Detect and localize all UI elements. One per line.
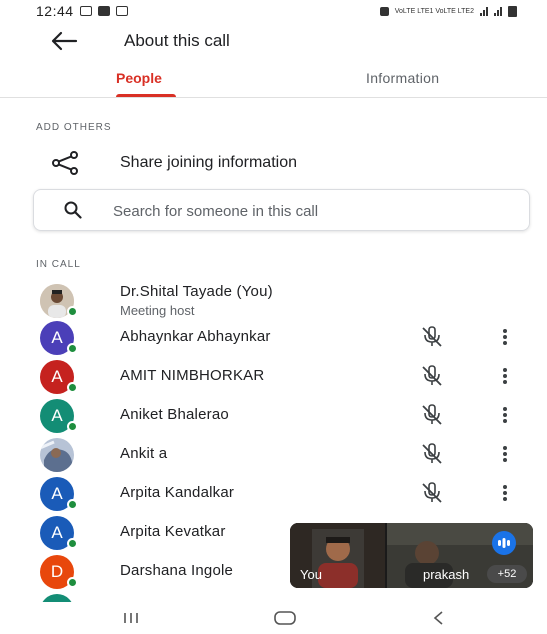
avatar-initial: A xyxy=(51,523,63,542)
tab-information[interactable]: Information xyxy=(366,70,439,86)
tab-bar: People Information xyxy=(0,62,547,98)
mic-off-icon xyxy=(422,326,442,347)
participant-row[interactable]: A Aniket Bhalerao xyxy=(0,396,547,434)
more-vert-icon[interactable] xyxy=(497,365,513,387)
page-title: About this call xyxy=(124,31,230,50)
participant-name: Aniket Bhalerao xyxy=(120,406,229,423)
online-indicator xyxy=(67,343,78,354)
avatar-photo-icon xyxy=(40,438,74,472)
participant-name: Dr.Shital Tayade (You) xyxy=(120,283,273,300)
participant-row[interactable] xyxy=(0,591,547,602)
app-bar: About this call xyxy=(0,22,547,62)
avatar-initial: A xyxy=(51,484,63,503)
avatar-initial: A xyxy=(51,367,63,386)
share-icon xyxy=(52,151,78,175)
avatar-initial: A xyxy=(51,406,63,425)
status-left: 12:44 xyxy=(36,3,128,19)
status-time: 12:44 xyxy=(36,3,74,19)
network-text: VoLTE LTE1 VoLTE LTE2 xyxy=(394,7,474,15)
more-vert-icon[interactable] xyxy=(497,404,513,426)
video-tile-self[interactable]: You xyxy=(290,523,385,588)
more-participants-badge: +52 xyxy=(487,565,527,583)
online-indicator xyxy=(67,577,78,588)
tab-indicator xyxy=(116,94,176,97)
video-tile-participant[interactable]: prakash +52 xyxy=(387,523,533,588)
avatar xyxy=(40,594,74,602)
system-nav-bar xyxy=(0,602,547,634)
online-indicator xyxy=(67,538,78,549)
mic-off-icon xyxy=(422,404,442,425)
back-nav-icon[interactable] xyxy=(424,608,454,628)
more-vert-icon[interactable] xyxy=(497,443,513,465)
more-vert-icon[interactable] xyxy=(497,326,513,348)
participant-name: Darshana Ingole xyxy=(120,562,234,579)
online-indicator xyxy=(67,421,78,432)
mic-off-icon xyxy=(422,443,442,464)
section-label-in-call: IN CALL xyxy=(36,259,81,270)
participant-name: Arpita Kandalkar xyxy=(120,484,235,501)
signal-icon xyxy=(480,6,488,16)
participant-row[interactable]: Dr.Shital Tayade (You) Meeting host xyxy=(0,281,547,319)
avatar-initial: A xyxy=(51,328,63,347)
participant-row[interactable]: A Arpita Kandalkar xyxy=(0,474,547,512)
share-label: Share joining information xyxy=(120,154,297,171)
status-right: VoLTE LTE1 VoLTE LTE2 xyxy=(379,5,517,17)
participant-row[interactable]: Ankit a xyxy=(0,435,547,473)
search-input[interactable] xyxy=(113,201,493,221)
video-preview-overlay[interactable]: You prakash +52 xyxy=(290,523,533,588)
participant-video-label: prakash xyxy=(423,567,470,582)
avatar xyxy=(40,438,74,472)
gallery-icon xyxy=(115,6,128,16)
avatar-initial: D xyxy=(50,562,64,581)
battery-icon xyxy=(508,5,517,17)
online-indicator xyxy=(67,499,78,510)
share-joining-info-button[interactable]: Share joining information xyxy=(0,145,547,181)
tab-people[interactable]: People xyxy=(116,70,162,86)
arrow-left-icon[interactable] xyxy=(50,30,78,52)
alarm-icon xyxy=(379,6,389,16)
online-indicator xyxy=(67,382,78,393)
search-icon xyxy=(64,201,82,219)
participant-row[interactable]: A Abhaynkar Abhaynkar xyxy=(0,318,547,356)
notification-icon xyxy=(79,6,92,16)
audio-indicator-icon xyxy=(492,531,516,555)
search-box[interactable] xyxy=(33,189,530,231)
home-icon[interactable] xyxy=(270,608,300,628)
participant-role: Meeting host xyxy=(120,303,195,318)
online-indicator xyxy=(67,306,78,317)
status-bar: 12:44 VoLTE LTE1 VoLTE LTE2 xyxy=(0,0,547,22)
more-vert-icon[interactable] xyxy=(497,482,513,504)
participant-row[interactable]: A AMIT NIMBHORKAR xyxy=(0,357,547,395)
mic-off-icon xyxy=(422,482,442,503)
notification-icon xyxy=(97,6,110,16)
participant-name: Abhaynkar Abhaynkar xyxy=(120,328,271,345)
signal-icon xyxy=(494,6,502,16)
recent-apps-icon[interactable] xyxy=(116,608,146,628)
audio-level-icon xyxy=(498,538,510,548)
participant-name: Arpita Kevatkar xyxy=(120,523,226,540)
participant-name: Ankit a xyxy=(120,445,168,462)
participant-name: AMIT NIMBHORKAR xyxy=(120,367,265,384)
section-label-add-others: ADD OTHERS xyxy=(36,122,112,133)
self-video-label: You xyxy=(300,567,322,582)
mic-off-icon xyxy=(422,365,442,386)
